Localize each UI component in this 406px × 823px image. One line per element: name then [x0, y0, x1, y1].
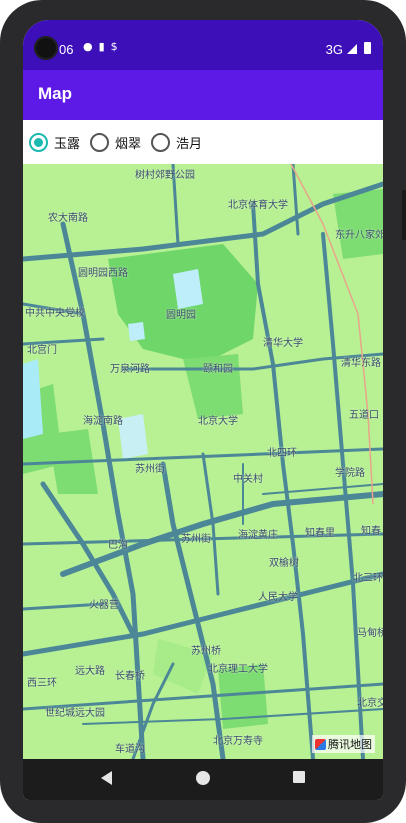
map-label: 树村郊野公园 [135, 170, 195, 181]
app-bar: Map [23, 70, 383, 120]
radio-unchecked-icon [151, 132, 171, 152]
map-style-radio-group: 玉露 烟翠 浩月 [23, 120, 383, 164]
map-label: 颐和园 [203, 364, 233, 375]
lake [23, 359, 43, 439]
signal-icon [347, 44, 357, 54]
radio-style-yulu[interactable]: 玉露 [27, 132, 81, 152]
map-label: 北三环 [353, 573, 383, 584]
page-title: Map [38, 84, 72, 103]
map-label: 长春桥 [115, 671, 145, 682]
map-label: 苏州桥 [191, 646, 221, 657]
map-label: 东升八家郊野公园 [335, 230, 383, 241]
map-label: 北京体育大学 [228, 200, 288, 211]
home-icon[interactable] [196, 771, 210, 785]
side-button [402, 190, 406, 240]
camera-icon [34, 36, 58, 60]
map-label: 远大路 [75, 666, 105, 677]
map-label: 北京理工大学 [208, 664, 268, 675]
radio-style-haoyue[interactable]: 浩月 [149, 132, 203, 152]
map-label: 北宫门 [27, 345, 57, 356]
map-label: 北京万寿寺 [213, 736, 263, 747]
recents-icon[interactable] [293, 771, 305, 783]
map-label: 苏州街 [135, 464, 165, 475]
navigation-bar [23, 759, 383, 800]
map-label: 万泉河路 [110, 364, 150, 375]
attribution-text: 腾讯地图 [328, 738, 372, 751]
map-attribution: 腾讯地图 [312, 735, 375, 753]
phone-frame: 06 ● ▮ $ 3G Map 玉露 烟翠 浩月 树村郊野公园 北京体育大学 农… [0, 0, 406, 823]
map-label: 车道沟 [115, 744, 145, 755]
map-label: 双榆树 [269, 558, 299, 569]
notification-icon: ● [83, 40, 93, 53]
map-label: 知春 [361, 526, 381, 537]
network-type: 3G [325, 42, 343, 57]
map-label: 中共中央党校 [25, 308, 85, 319]
map-label: 西三环 [27, 678, 57, 689]
radio-label: 浩月 [176, 136, 203, 152]
notification-icons: ● ▮ $ [83, 40, 118, 53]
radio-unchecked-icon [90, 132, 110, 152]
map-label: 知春里 [305, 528, 335, 539]
lake [173, 269, 203, 309]
map-label: 巴沟 [108, 540, 128, 551]
radio-label: 烟翠 [115, 136, 142, 152]
map-label: 火器营 [89, 600, 119, 611]
map-label: 北四环 [267, 448, 297, 459]
map-label: 苏州街 [181, 534, 211, 545]
tencent-map-logo-icon [315, 738, 326, 750]
map-label: 马甸桥 [357, 628, 383, 639]
status-time: 06 [59, 42, 74, 57]
map-label: 学院路 [335, 468, 365, 479]
map-label: 北京交通大学 [357, 698, 383, 709]
map-label: 海淀南路 [83, 416, 123, 427]
map-label: 农大南路 [48, 213, 88, 224]
map-label: 北京大学 [198, 416, 238, 427]
map-label: 世纪城远大园 [45, 708, 105, 719]
battery-icon [364, 42, 371, 54]
map-label: 圆明园西路 [78, 268, 128, 279]
sd-card-icon: ▮ [98, 40, 105, 53]
map-label: 圆明园 [166, 310, 196, 321]
map-label: 清华东路 [341, 358, 381, 369]
lake [128, 322, 145, 341]
radio-checked-icon [29, 132, 48, 152]
data-icon: $ [110, 40, 118, 53]
map-label: 海淀黄庄 [238, 530, 278, 541]
map-view[interactable]: 树村郊野公园 北京体育大学 农大南路 东升八家郊野公园 圆明园西路 中共中央党校… [23, 164, 383, 759]
map-label: 人民大学 [258, 592, 298, 603]
radio-style-yancui[interactable]: 烟翠 [88, 132, 142, 152]
status-bar: 06 ● ▮ $ 3G [23, 20, 383, 70]
radio-label: 玉露 [54, 136, 81, 152]
map-label: 清华大学 [263, 338, 303, 349]
map-label: 五道口 [349, 410, 379, 421]
screen: 06 ● ▮ $ 3G Map 玉露 烟翠 浩月 树村郊野公园 北京体育大学 农… [23, 20, 383, 800]
back-icon[interactable] [101, 771, 112, 785]
map-label: 中关村 [233, 474, 263, 485]
